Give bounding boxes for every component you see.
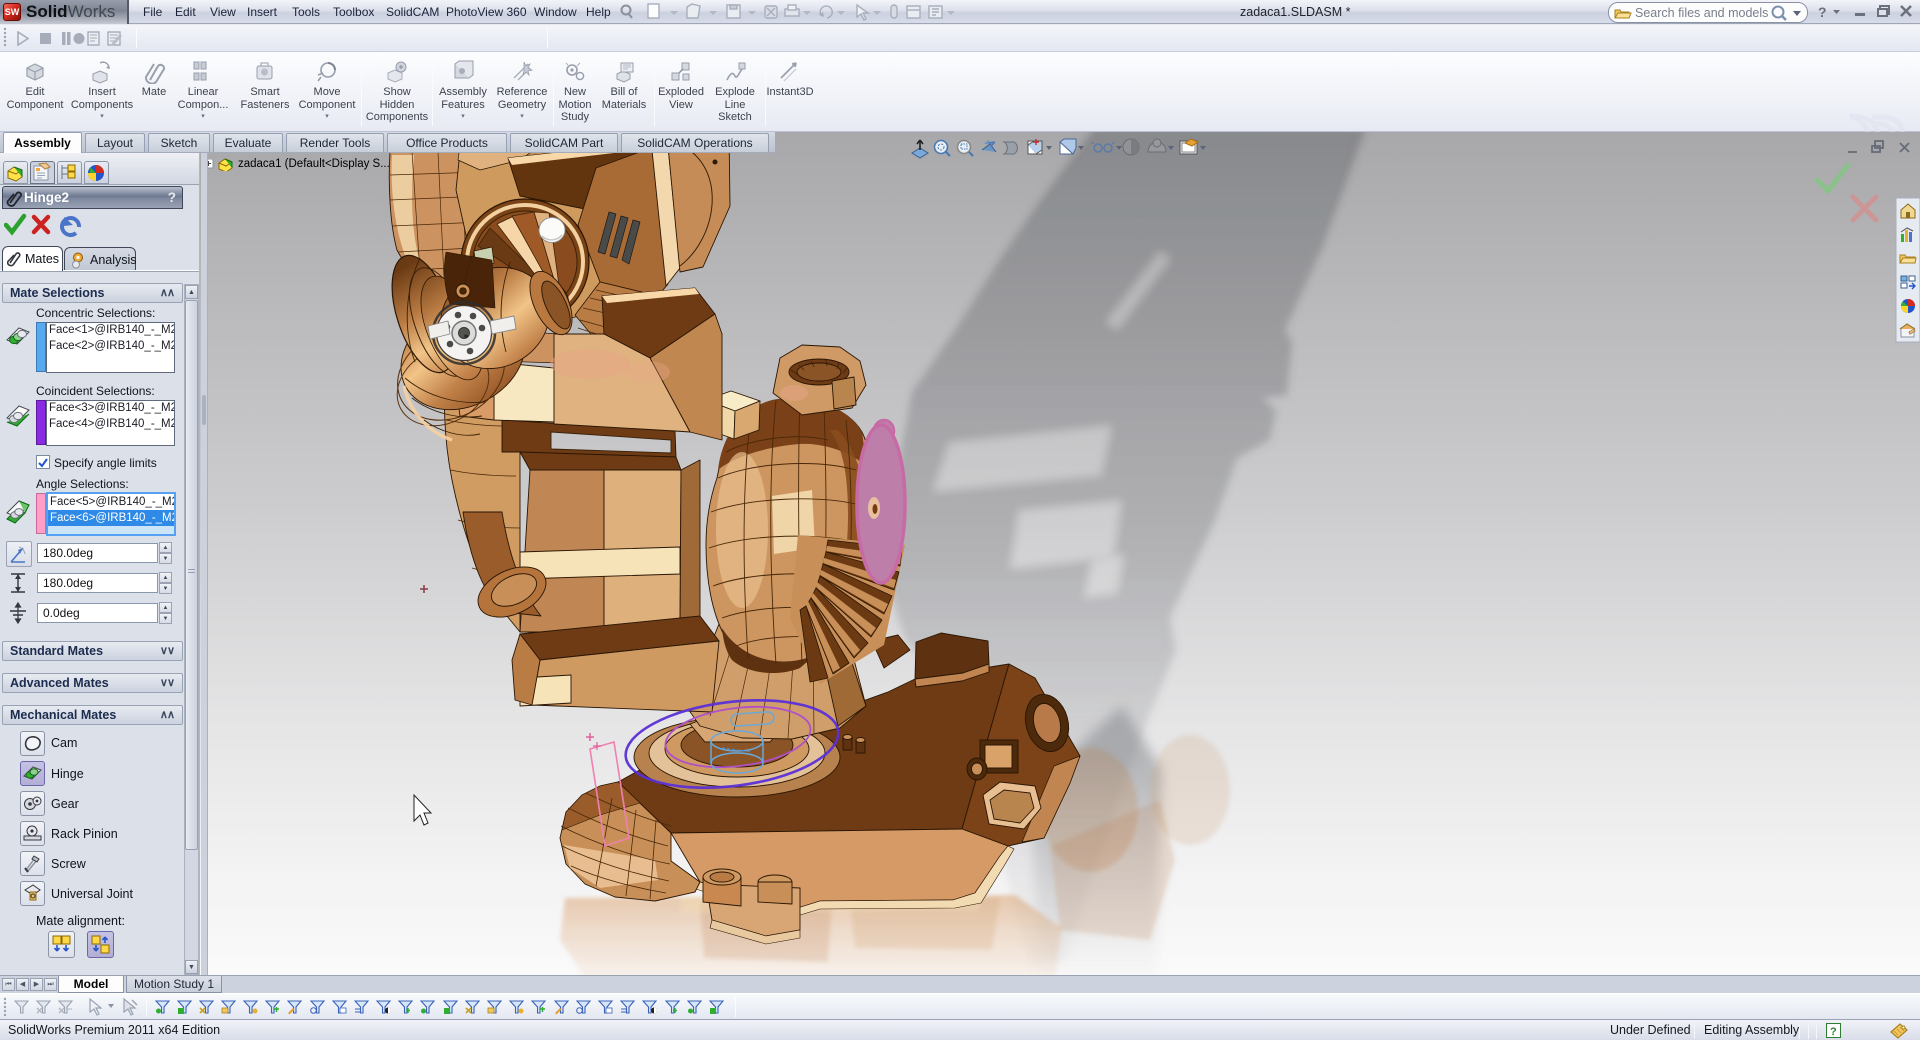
svg-text:?: ?	[1830, 1026, 1837, 1037]
